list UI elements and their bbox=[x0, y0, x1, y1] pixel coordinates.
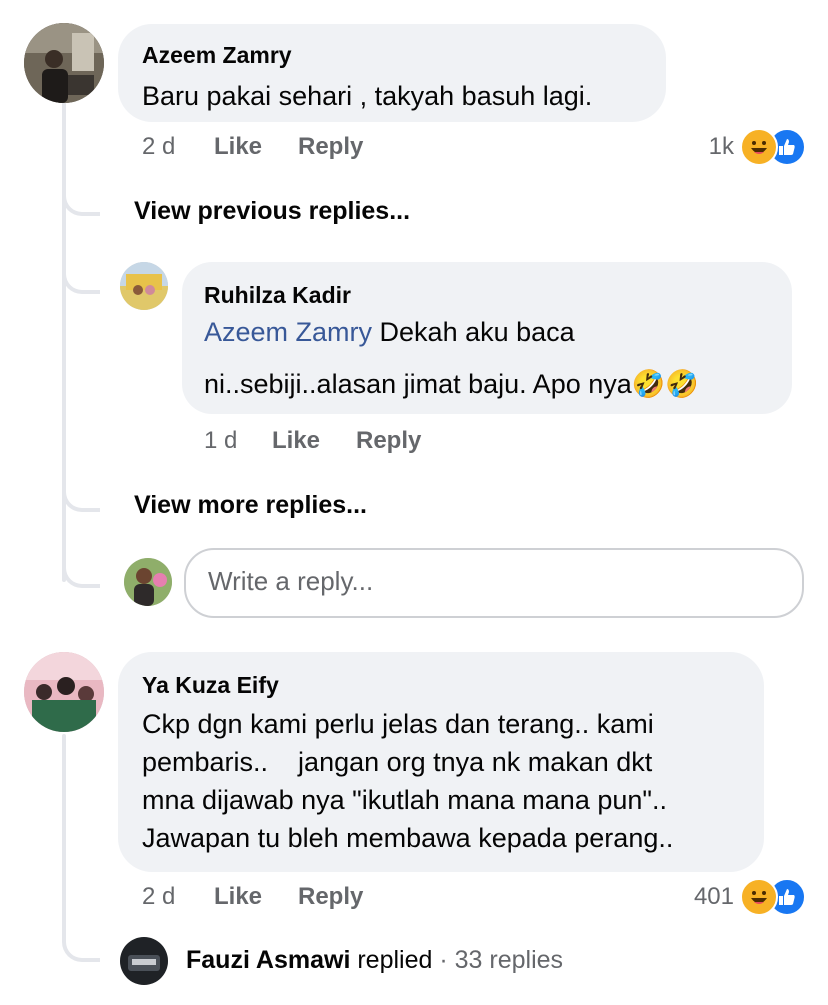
comment-timestamp[interactable]: 2 d bbox=[142, 883, 214, 911]
thread-branch bbox=[62, 240, 100, 294]
avatar-azeem-zamry[interactable] bbox=[24, 23, 104, 103]
haha-icon bbox=[740, 128, 778, 166]
comment-text-line: mna dijawab nya "ikutlah mana mana pun".… bbox=[142, 785, 667, 815]
reaction-count: 1k bbox=[708, 133, 734, 160]
thread-branch bbox=[62, 530, 100, 588]
reply-actions: 1 d Like Reply bbox=[204, 427, 421, 455]
current-user-avatar bbox=[124, 558, 172, 606]
comment-author[interactable]: Azeem Zamry bbox=[142, 42, 292, 69]
avatar-fauzi-asmawi[interactable] bbox=[120, 937, 168, 985]
rofl-emoji: 🤣🤣 bbox=[631, 369, 700, 399]
comment-text: Baru pakai sehari , takyah basuh lagi. bbox=[142, 81, 593, 111]
reply-text: Dekah aku baca bbox=[379, 317, 575, 347]
thread-branch bbox=[62, 900, 100, 962]
avatar-ruhilza-kadir[interactable] bbox=[120, 262, 168, 310]
like-button[interactable]: Like bbox=[214, 133, 298, 161]
reaction-summary[interactable]: 1k bbox=[709, 128, 806, 166]
mention-link[interactable]: Azeem Zamry bbox=[204, 317, 372, 347]
comment-actions: 2 d Like Reply bbox=[142, 133, 363, 161]
comment-author[interactable]: Ya Kuza Eify bbox=[142, 672, 279, 699]
reaction-count: 401 bbox=[693, 883, 734, 910]
reply-timestamp[interactable]: 1 d bbox=[204, 427, 272, 455]
collapsed-replies-link[interactable]: Fauzi Asmawi replied · 33 replies bbox=[186, 946, 563, 975]
like-button[interactable]: Like bbox=[214, 883, 298, 911]
avatar-ya-kuza-eify[interactable] bbox=[24, 652, 104, 732]
comment-bubble: Azeem Zamry Baru pakai sehari , takyah b… bbox=[118, 24, 666, 122]
reply-button[interactable]: Reply bbox=[298, 133, 363, 161]
reply-text-line-1: Azeem Zamry Dekah aku baca bbox=[204, 314, 575, 351]
reply-author: Fauzi Asmawi bbox=[186, 946, 351, 974]
write-reply-input[interactable]: Write a reply... bbox=[184, 548, 804, 618]
thread-branch bbox=[62, 170, 100, 216]
comment-text-line: Jawapan tu bleh membawa kepada perang.. bbox=[142, 823, 674, 853]
reply-text-line-2: ni..sebiji..alasan jimat baju. Apo nya🤣🤣 bbox=[204, 366, 699, 403]
reply-button[interactable]: Reply bbox=[298, 883, 363, 911]
thread-branch bbox=[62, 460, 100, 512]
reaction-summary[interactable]: 401 bbox=[694, 878, 806, 916]
reply-author[interactable]: Ruhilza Kadir bbox=[204, 282, 351, 309]
haha-icon bbox=[740, 878, 778, 916]
comment-text-line: Ckp dgn kami perlu jelas dan terang.. ka… bbox=[142, 709, 654, 739]
comment-actions: 2 d Like Reply bbox=[142, 883, 363, 911]
reply-bubble: Ruhilza Kadir Azeem Zamry Dekah aku baca… bbox=[182, 262, 792, 414]
view-more-replies-link[interactable]: View more replies... bbox=[134, 491, 367, 520]
write-reply-placeholder: Write a reply... bbox=[208, 566, 374, 596]
comment-bubble: Ya Kuza Eify Ckp dgn kami perlu jelas da… bbox=[118, 652, 764, 872]
reply-text: ni..sebiji..alasan jimat baju. Apo nya bbox=[204, 369, 632, 399]
reply-count: 33 replies bbox=[454, 946, 564, 974]
view-previous-replies-link[interactable]: View previous replies... bbox=[134, 197, 410, 226]
separator: · bbox=[439, 946, 448, 974]
like-button[interactable]: Like bbox=[272, 427, 356, 455]
replied-label: replied bbox=[357, 946, 433, 974]
comment-text-line: pembaris.. jangan org tnya nk makan dkt bbox=[142, 747, 653, 777]
comment-timestamp[interactable]: 2 d bbox=[142, 133, 214, 161]
reply-button[interactable]: Reply bbox=[356, 427, 421, 455]
